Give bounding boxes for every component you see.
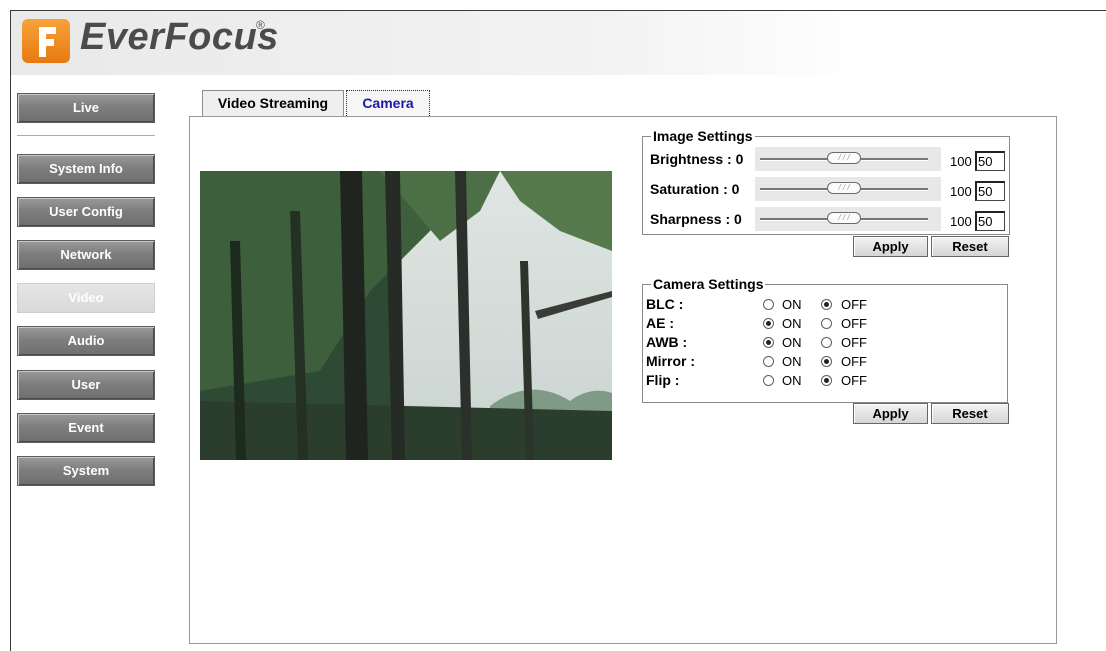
saturation-max: 100 (950, 184, 972, 199)
flip-label: Flip : (646, 372, 680, 388)
awb-on-label: ON (782, 335, 802, 350)
ae-off-label: OFF (841, 316, 867, 331)
everfocus-logo-icon (22, 19, 70, 63)
video-preview (200, 171, 612, 460)
brand-name: EverFocus (80, 16, 279, 58)
sharpness-label: Sharpness : 0 (650, 211, 742, 227)
ae-on-label: ON (782, 316, 802, 331)
flip-on-radio[interactable] (763, 375, 774, 386)
brightness-input[interactable] (975, 151, 1005, 171)
saturation-slider[interactable]: / / / (755, 177, 941, 201)
camera-reset-button[interactable]: Reset (931, 403, 1009, 424)
flip-off-radio[interactable] (821, 375, 832, 386)
ae-off-radio[interactable] (821, 318, 832, 329)
saturation-label: Saturation : 0 (650, 181, 740, 197)
nav-system-info-button[interactable]: System Info (17, 154, 155, 184)
image-settings-title: Image Settings (651, 128, 755, 144)
nav-network-button[interactable]: Network (17, 240, 155, 270)
image-apply-button[interactable]: Apply (853, 236, 928, 257)
blc-off-radio[interactable] (821, 299, 832, 310)
camera-settings-title: Camera Settings (651, 276, 766, 292)
brightness-slider[interactable]: / / / (755, 147, 941, 171)
brightness-max: 100 (950, 154, 972, 169)
nav-audio-button[interactable]: Audio (17, 326, 155, 356)
mirror-on-label: ON (782, 354, 802, 369)
sharpness-slider-thumb[interactable]: / / / (827, 212, 861, 224)
tab-camera[interactable]: Camera (346, 90, 430, 116)
sharpness-max: 100 (950, 214, 972, 229)
blc-on-label: ON (782, 297, 802, 312)
nav-user-button[interactable]: User (17, 370, 155, 400)
registered-mark: ® (256, 18, 265, 32)
mirror-label: Mirror : (646, 353, 695, 369)
nav-divider (17, 135, 155, 136)
camera-apply-button[interactable]: Apply (853, 403, 928, 424)
sharpness-input[interactable] (975, 211, 1005, 231)
nav-user-config-button[interactable]: User Config (17, 197, 155, 227)
nav-video-button[interactable]: Video (17, 283, 155, 313)
brightness-slider-thumb[interactable]: / / / (827, 152, 861, 164)
saturation-input[interactable] (975, 181, 1005, 201)
mirror-on-radio[interactable] (763, 356, 774, 367)
flip-off-label: OFF (841, 373, 867, 388)
flip-on-label: ON (782, 373, 802, 388)
blc-on-radio[interactable] (763, 299, 774, 310)
awb-label: AWB : (646, 334, 688, 350)
mirror-off-label: OFF (841, 354, 867, 369)
sharpness-slider[interactable]: / / / (755, 207, 941, 231)
nav-event-button[interactable]: Event (17, 413, 155, 443)
nav-live-button[interactable]: Live (17, 93, 155, 123)
ae-on-radio[interactable] (763, 318, 774, 329)
awb-on-radio[interactable] (763, 337, 774, 348)
awb-off-radio[interactable] (821, 337, 832, 348)
blc-off-label: OFF (841, 297, 867, 312)
awb-off-label: OFF (841, 335, 867, 350)
saturation-slider-thumb[interactable]: / / / (827, 182, 861, 194)
nav-system-button[interactable]: System (17, 456, 155, 486)
brightness-label: Brightness : 0 (650, 151, 744, 167)
blc-label: BLC : (646, 296, 684, 312)
ae-label: AE : (646, 315, 674, 331)
tab-video-streaming[interactable]: Video Streaming (202, 90, 344, 116)
image-reset-button[interactable]: Reset (931, 236, 1009, 257)
mirror-off-radio[interactable] (821, 356, 832, 367)
